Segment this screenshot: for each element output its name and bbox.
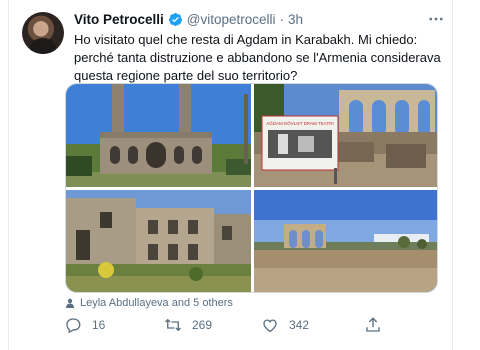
photo-ruined-building[interactable]: [66, 190, 251, 292]
photo-mosque[interactable]: [66, 84, 251, 187]
like-button[interactable]: 342: [261, 314, 309, 336]
header-separator: ·: [279, 12, 285, 27]
retweet-count: 269: [192, 318, 213, 332]
reply-button[interactable]: 16: [64, 314, 105, 336]
share-button[interactable]: [364, 314, 382, 336]
retweet-button[interactable]: 269: [164, 314, 212, 336]
tweet-header: Vito Petrocelli @vitopetrocelli · 3h: [74, 12, 303, 27]
timeline-border-right: [452, 0, 453, 350]
photo-field-ruin[interactable]: [254, 190, 437, 292]
timeline-border-left: [8, 0, 9, 350]
reply-count: 16: [92, 318, 106, 332]
more-horizontal-icon: [429, 17, 443, 21]
more-options-button[interactable]: [425, 10, 447, 30]
retweet-icon: [165, 318, 181, 332]
tweet-actions: 16 269 342: [62, 314, 392, 336]
photo-theatre-ruins[interactable]: AĞDAM DÖVLƏT DRAM TEATRI: [254, 84, 437, 187]
tagged-people[interactable]: Leyla Abdullayeva and 5 others: [65, 297, 233, 309]
author-name[interactable]: Vito Petrocelli: [74, 12, 164, 27]
photo-grid: AĞDAM DÖVLƏT DRAM TEATRI: [65, 83, 438, 293]
share-icon: [366, 317, 380, 332]
like-count: 342: [289, 318, 310, 332]
heart-icon: [263, 319, 277, 333]
tweet-text: Ho visitato quel che resta di Agdam in K…: [74, 32, 441, 83]
photo-sign-text: AĞDAM DÖVLƏT DRAM TEATRI: [266, 120, 333, 126]
tagged-people-label: Leyla Abdullayeva and 5 others: [80, 297, 233, 309]
avatar[interactable]: [22, 12, 64, 54]
verified-badge-icon: [168, 12, 183, 27]
author-handle[interactable]: @vitopetrocelli: [187, 12, 276, 27]
person-icon: [66, 298, 74, 308]
reply-icon: [66, 318, 81, 334]
tweet-timestamp[interactable]: 3h: [288, 12, 303, 27]
